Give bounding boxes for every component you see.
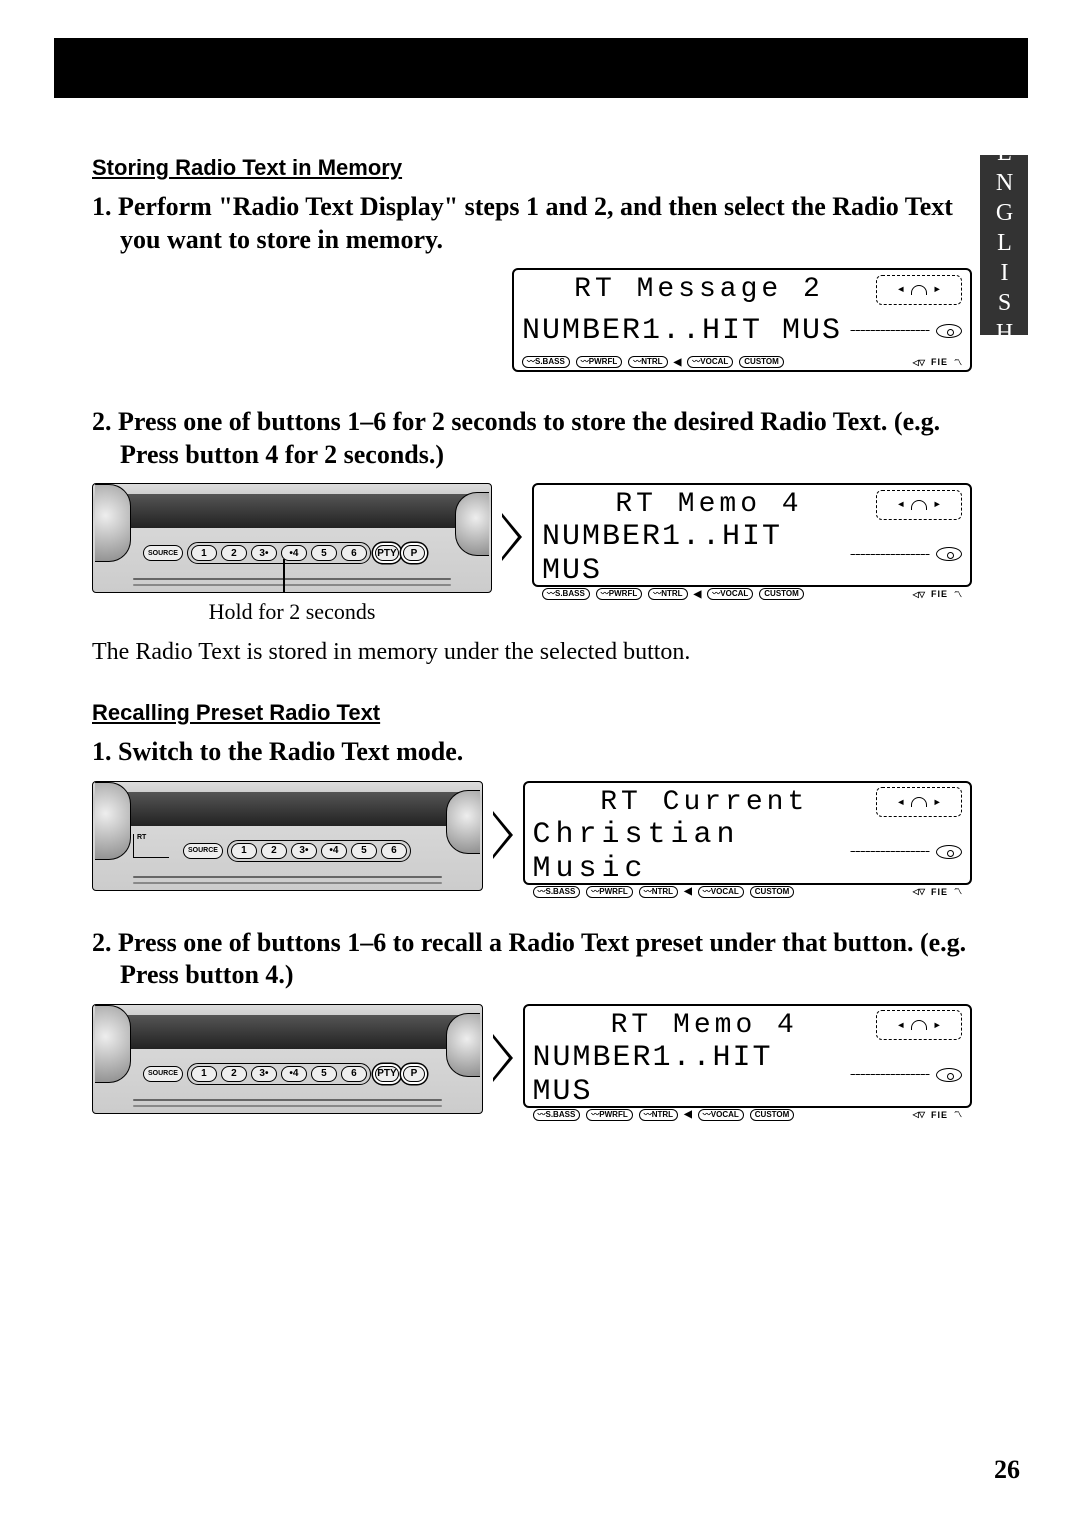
section1-title: Storing Radio Text in Memory xyxy=(92,155,972,181)
lcd-line1: RT Memo 4 xyxy=(533,1010,877,1041)
section2-step1: 1. Switch to the Radio Text mode. xyxy=(92,736,972,769)
indicator-ntrl: 〰NTRL xyxy=(628,356,667,368)
source-button[interactable]: SOURCE xyxy=(143,545,183,561)
fie-label: FIE xyxy=(931,357,948,367)
hold-caption: Hold for 2 seconds xyxy=(209,599,376,625)
lcd-line1: RT Memo 4 xyxy=(542,489,876,520)
chevron-right-icon xyxy=(493,1034,513,1082)
source-button[interactable]: SOURCE xyxy=(143,1066,183,1082)
indicator-vocal: 〰VOCAL xyxy=(687,356,733,368)
source-button[interactable]: SOURCE xyxy=(183,843,223,859)
preset-4[interactable]: •4 xyxy=(321,843,347,859)
pty-button[interactable]: PTY xyxy=(375,1066,399,1082)
preset-3[interactable]: 3• xyxy=(251,545,277,561)
lcd-rt-memo-recall: RT Memo 4 ◂▸ NUMBER1..HIT MUS 〰S.BASS 〰P… xyxy=(523,1004,973,1108)
preset-1[interactable]: 1 xyxy=(231,843,257,859)
language-tab-label: ENGLISH xyxy=(991,140,1018,350)
preset-2[interactable]: 2 xyxy=(221,545,247,561)
section1-step1: 1. Perform "Radio Text Display" steps 1 … xyxy=(92,191,972,256)
preset-6[interactable]: 6 xyxy=(341,1066,367,1082)
indicator-custom: CUSTOM xyxy=(739,356,784,368)
lcd-nav-icon: ◂ ▸ xyxy=(876,275,962,305)
lcd-rt-current: RT Current ◂▸ Christian Music 〰S.BASS 〰P… xyxy=(523,781,973,885)
left-arrow-icon: ◂ xyxy=(897,281,905,298)
language-tab: ENGLISH xyxy=(980,155,1028,335)
pty-button[interactable]: PTY xyxy=(375,545,399,561)
disc-icon xyxy=(936,845,962,859)
lcd-indicator-row: 〰S.BASS 〰PWRFL 〰NTRL ◀ 〰VOCAL CUSTOM ◁▽ … xyxy=(522,356,962,368)
disc-icon xyxy=(936,324,962,338)
lcd-nav-icon: ◂▸ xyxy=(876,1010,962,1040)
preset-3[interactable]: 3• xyxy=(251,1066,277,1082)
lcd-line2: NUMBER1..HIT MUS xyxy=(542,520,850,588)
preset-6[interactable]: 6 xyxy=(381,843,407,859)
p-button[interactable]: P xyxy=(403,545,425,561)
preset-2[interactable]: 2 xyxy=(221,1066,247,1082)
lcd-rt-message: RT Message 2 ◂ ▸ NUMBER1..HIT MUS 〰S.BAS… xyxy=(512,268,972,372)
preset-5[interactable]: 5 xyxy=(311,545,337,561)
left-knob-icon[interactable] xyxy=(95,1005,131,1083)
section1-result: The Radio Text is stored in memory under… xyxy=(92,639,972,666)
header-black-bar xyxy=(54,38,1028,98)
lcd-indicator-row: 〰S.BASS 〰PWRFL 〰NTRL ◀ 〰VOCAL CUSTOM ◁▽F… xyxy=(533,1109,963,1121)
p-button[interactable]: P xyxy=(403,1066,425,1082)
button4-indicator-line xyxy=(283,559,285,593)
page-number: 26 xyxy=(994,1455,1020,1485)
preset-5[interactable]: 5 xyxy=(311,1066,337,1082)
control-panel-store: SOURCE 1 2 3• •4 5 6 PTY P xyxy=(92,483,492,593)
left-tri-icon: ◀ xyxy=(674,357,682,368)
disc-icon xyxy=(936,547,962,561)
preset-5[interactable]: 5 xyxy=(351,843,377,859)
lcd-line2: Christian Music xyxy=(533,818,851,886)
lcd-rt-memo-store: RT Memo 4 ◂▸ NUMBER1..HIT MUS 〰S.BASS 〰P… xyxy=(532,483,972,587)
lcd-line1: RT Message 2 xyxy=(522,274,876,305)
left-knob-icon[interactable] xyxy=(95,484,131,562)
indicator-pwrfl: 〰PWRFL xyxy=(576,356,622,368)
section2-step2: 2. Press one of buttons 1–6 to recall a … xyxy=(92,927,972,992)
left-knob-icon[interactable] xyxy=(95,782,131,860)
right-knob-icon[interactable] xyxy=(446,1013,480,1077)
control-panel-recall-press: SOURCE 1 2 3• •4 5 6 PTY P xyxy=(92,1004,483,1114)
preset-1[interactable]: 1 xyxy=(191,545,217,561)
preset-6[interactable]: 6 xyxy=(341,545,367,561)
page-content: Storing Radio Text in Memory 1. Perform … xyxy=(92,155,972,1120)
lcd-indicator-row: 〰S.BASS 〰PWRFL 〰NTRL ◀ 〰VOCAL CUSTOM ◁▽F… xyxy=(533,886,963,898)
chevron-right-icon xyxy=(502,513,522,561)
lcd-line2: NUMBER1..HIT MUS xyxy=(533,1041,851,1109)
preset-2[interactable]: 2 xyxy=(261,843,287,859)
lcd-indicator-row: 〰S.BASS 〰PWRFL 〰NTRL ◀ 〰VOCAL CUSTOM ◁▽F… xyxy=(542,588,962,600)
preset-3[interactable]: 3• xyxy=(291,843,317,859)
preset-4[interactable]: •4 xyxy=(281,1066,307,1082)
right-arrow-icon: ▸ xyxy=(933,281,941,298)
chevron-right-icon xyxy=(493,811,513,859)
indicator-sbass: 〰S.BASS xyxy=(522,356,570,368)
lcd-nav-icon: ◂▸ xyxy=(876,490,962,520)
flag-down-icon: ◁▽ xyxy=(913,358,925,367)
rt-indicator-line xyxy=(133,834,169,858)
section2-title: Recalling Preset Radio Text xyxy=(92,700,972,726)
preset-button-group: 1 2 3• •4 5 6 xyxy=(187,542,371,564)
disc-icon xyxy=(936,1068,962,1082)
dash-line-icon xyxy=(850,330,930,331)
lcd-line1: RT Current xyxy=(533,787,877,818)
preset-button-group: 1 2 3• •4 5 6 xyxy=(187,1063,371,1085)
preset-button-group: 1 2 3• •4 5 6 xyxy=(227,840,411,862)
wave-icon: 〽 xyxy=(954,357,962,368)
lcd-nav-icon: ◂▸ xyxy=(876,787,962,817)
right-knob-icon[interactable] xyxy=(455,492,489,556)
arc-icon xyxy=(911,285,927,295)
section1-step2: 2. Press one of buttons 1–6 for 2 second… xyxy=(92,406,972,471)
preset-1[interactable]: 1 xyxy=(191,1066,217,1082)
lcd-line2: NUMBER1..HIT MUS xyxy=(522,314,842,348)
control-panel-recall-mode: RT SOURCE 1 2 3• •4 5 6 xyxy=(92,781,483,891)
